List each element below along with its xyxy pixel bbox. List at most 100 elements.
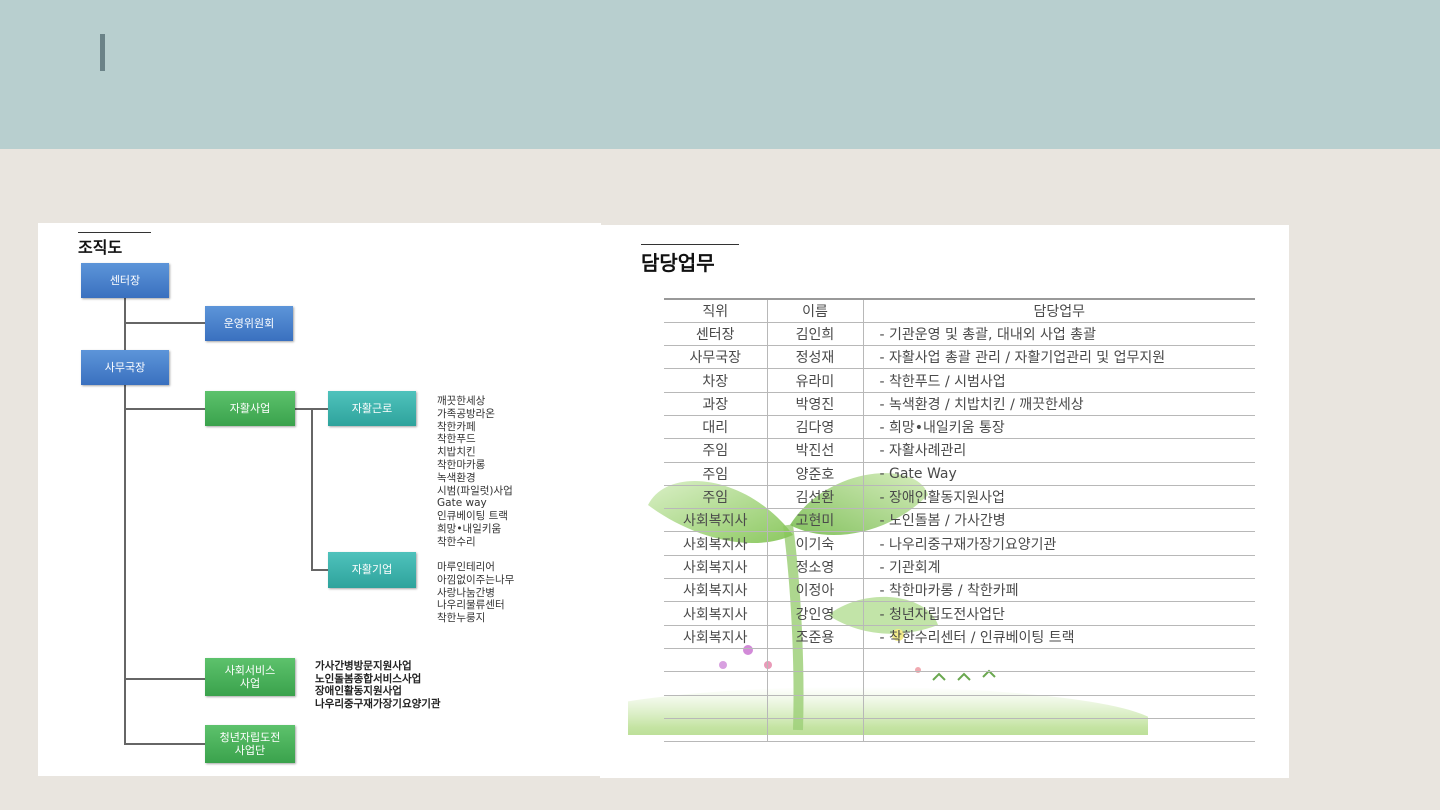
position-cell	[664, 671, 768, 696]
duty-cell: - 착한마카롱 / 착한카페	[863, 578, 1255, 603]
list-item: 아낌없이주는나무	[437, 573, 515, 586]
name-cell: 고현미	[767, 508, 864, 533]
connector-line	[124, 322, 205, 324]
duty-cell: - Gate Way	[863, 462, 1255, 486]
duty-table-header-row: 직위 이름 담당업무	[664, 297, 1255, 323]
position-cell: 과장	[664, 392, 768, 416]
org-node-self-support: 자활사업	[205, 391, 295, 426]
table-row: 사회복지사 조준용 - 착한수리센터 / 인큐베이팅 트랙	[664, 625, 1255, 649]
duty-cell: - 자활사례관리	[863, 438, 1255, 463]
connector-line	[311, 408, 313, 571]
list-item: 가족공방라온	[437, 407, 495, 420]
list-item: 가사간병방문지원사업	[315, 660, 412, 672]
duty-cell: - 기관운영 및 총괄, 대내외 사업 총괄	[863, 322, 1255, 347]
duty-cell: - 희망•내일키움 통장	[863, 415, 1255, 440]
table-row	[664, 671, 1255, 696]
name-cell: 조준용	[767, 625, 864, 649]
list-item: 인큐베이팅 트랙	[437, 510, 508, 523]
table-row: 사회복지사 고현미 - 노인돌봄 / 가사간병	[664, 508, 1255, 533]
header-band	[0, 0, 1440, 149]
duty-cell: - 나우리중구재가장기요양기관	[863, 531, 1255, 556]
name-cell	[767, 671, 864, 696]
position-cell	[664, 695, 768, 719]
connector-line	[124, 743, 205, 745]
connector-line	[124, 678, 205, 680]
position-cell: 사회복지사	[664, 601, 768, 626]
position-cell: 사회복지사	[664, 578, 768, 603]
list-item: 치밥치킨	[437, 446, 476, 459]
duty-title: 담당업무	[641, 244, 739, 276]
name-cell	[767, 648, 864, 673]
duty-cell: - 자활사업 총괄 관리 / 자활기업관리 및 업무지원	[863, 345, 1255, 370]
connector-line	[124, 408, 205, 410]
table-row: 대리 김다영 - 희망•내일키움 통장	[664, 415, 1255, 440]
table-row	[664, 718, 1255, 743]
position-cell	[664, 648, 768, 673]
table-row	[664, 695, 1255, 719]
table-row: 사무국장 정성재 - 자활사업 총괄 관리 / 자활기업관리 및 업무지원	[664, 345, 1255, 370]
list-item: 나우리물류센터	[437, 599, 505, 612]
name-cell: 유라미	[767, 368, 864, 393]
table-row: 주임 양준호 - Gate Way	[664, 462, 1255, 486]
header-duty: 담당업무	[863, 297, 1255, 323]
position-cell: 사회복지사	[664, 555, 768, 580]
table-row: 사회복지사 이정아 - 착한마카롱 / 착한카페	[664, 578, 1255, 603]
name-cell: 박영진	[767, 392, 864, 416]
position-cell: 주임	[664, 485, 768, 510]
social-service-program-list: 가사간병방문지원사업 노인돌봄종합서비스사업 장애인활동지원사업 나우리중구재가장기요…	[315, 660, 441, 710]
connector-line	[124, 298, 126, 350]
position-cell: 센터장	[664, 322, 768, 347]
list-item: Gate way	[437, 497, 487, 510]
list-item: 착한누룽지	[437, 612, 486, 625]
name-cell: 정성재	[767, 345, 864, 370]
title-accent-bar	[100, 34, 105, 71]
list-item: 마루인테리어	[437, 561, 495, 573]
duty-cell: - 기관회계	[863, 555, 1255, 580]
name-cell: 이기숙	[767, 531, 864, 556]
table-row: 주임 박진선 - 자활사례관리	[664, 438, 1255, 463]
list-item: 희망•내일키움	[437, 522, 502, 535]
duty-table: 직위 이름 담당업무 센터장 김인희 - 기관운영 및 총괄, 대내외 사업 총괄 사…	[664, 297, 1255, 743]
header-name: 이름	[767, 297, 864, 323]
connector-line	[311, 569, 328, 571]
position-cell	[664, 718, 768, 743]
list-item: 시범(파일럿)사업	[437, 484, 513, 497]
position-cell: 주임	[664, 462, 768, 486]
position-cell: 사회복지사	[664, 531, 768, 556]
org-chart-panel: 조직도 센터장 운영위원회 사무국장 자활사업 자활근로 자활기업 사회서비스 …	[38, 223, 601, 776]
duty-cell: - 착한수리센터 / 인큐베이팅 트랙	[863, 625, 1255, 649]
self-enterprise-list: 마루인테리어 아낌없이주는나무 사랑나눔간병 나우리물류센터 착한누룽지	[437, 561, 514, 625]
header-position: 직위	[664, 297, 768, 323]
name-cell	[767, 695, 864, 719]
org-node-center-head: 센터장	[81, 263, 169, 298]
table-row	[664, 648, 1255, 673]
position-cell: 사무국장	[664, 345, 768, 370]
name-cell: 김선환	[767, 485, 864, 510]
name-cell: 정소영	[767, 555, 864, 580]
org-node-self-work: 자활근로	[328, 391, 416, 426]
position-cell: 사회복지사	[664, 625, 768, 649]
duty-cell	[863, 718, 1255, 743]
duty-cell	[863, 648, 1255, 673]
list-item: 사랑나눔간병	[437, 586, 495, 599]
connector-line	[124, 385, 126, 745]
position-cell: 주임	[664, 438, 768, 463]
table-row: 사회복지사 강인영 - 청년자립도전사업단	[664, 601, 1255, 626]
duty-cell: - 착한푸드 / 시범사업	[863, 368, 1255, 393]
list-item: 녹색환경	[437, 471, 476, 484]
table-row: 차장 유라미 - 착한푸드 / 시범사업	[664, 368, 1255, 393]
list-item: 나우리중구재가장기요양기관	[315, 697, 441, 710]
duty-cell	[863, 671, 1255, 696]
position-cell: 차장	[664, 368, 768, 393]
position-cell: 대리	[664, 415, 768, 440]
name-cell: 김다영	[767, 415, 864, 440]
list-item: 착한마카롱	[437, 458, 486, 471]
table-row: 주임 김선환 - 장애인활동지원사업	[664, 485, 1255, 510]
duty-table-panel: 담당업무 직위 이름 담당업무 센터장 김인희 - 기관운영 및 총괄, 대내외…	[600, 225, 1289, 778]
self-work-program-list: 깨끗한세상 가족공방라온 착한카페 착한푸드 치밥치킨 착한마카롱 녹색환경 시범(파일럿)사…	[437, 395, 513, 549]
table-row: 과장 박영진 - 녹색환경 / 치밥치킨 / 깨끗한세상	[664, 392, 1255, 416]
org-node-self-enterprise: 자활기업	[328, 552, 416, 588]
name-cell: 강인영	[767, 601, 864, 626]
list-item: 장애인활동지원사업	[315, 685, 402, 697]
list-item: 착한카페	[437, 420, 476, 433]
